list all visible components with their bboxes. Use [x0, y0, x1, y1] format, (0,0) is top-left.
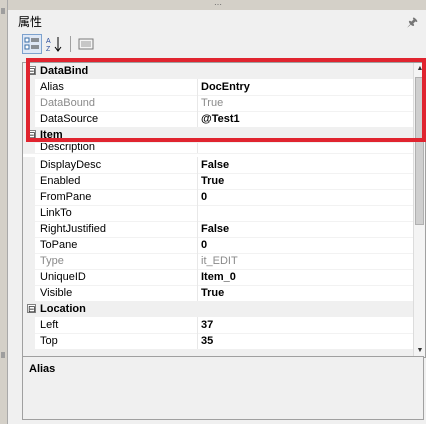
- property-name: FromPane: [40, 191, 92, 203]
- property-row-top[interactable]: Top 35: [23, 333, 413, 350]
- alphabetical-icon: A Z: [46, 37, 62, 53]
- property-row-enabled[interactable]: Enabled True: [23, 173, 413, 190]
- property-row-rightjustified[interactable]: RightJustified False: [23, 221, 413, 238]
- property-row-topane[interactable]: ToPane 0: [23, 237, 413, 254]
- svg-text:Z: Z: [46, 46, 51, 53]
- categorized-button[interactable]: [22, 34, 42, 54]
- property-name: Top: [40, 335, 58, 347]
- property-value[interactable]: 37: [201, 317, 213, 333]
- property-name: Enabled: [40, 175, 81, 187]
- property-row-description[interactable]: Description: [23, 143, 413, 154]
- property-value[interactable]: False: [201, 157, 229, 173]
- property-pages-button[interactable]: [76, 34, 96, 54]
- collapse-icon[interactable]: ⊟: [27, 304, 36, 314]
- property-row-displaydesc[interactable]: DisplayDesc False: [23, 157, 413, 174]
- property-value[interactable]: it_EDIT: [201, 253, 238, 269]
- panel-title: 属性: [18, 15, 43, 29]
- description-pane: Alias: [22, 356, 424, 420]
- property-name: Visible: [40, 287, 73, 299]
- property-row-visible[interactable]: Visible True: [23, 285, 413, 302]
- property-name: Left: [40, 319, 59, 331]
- properties-toolbar: A Z: [22, 34, 426, 58]
- categorized-icon: [24, 37, 39, 50]
- property-value[interactable]: True: [201, 285, 224, 301]
- highlight-annotation-box: [26, 58, 426, 142]
- svg-text:A: A: [46, 38, 51, 45]
- property-row-type[interactable]: Type it_EDIT: [23, 253, 413, 270]
- property-name: UniqueID: [40, 271, 86, 283]
- panel-grip[interactable]: ⋯: [8, 0, 426, 10]
- grip-dots: ⋯: [214, 0, 223, 9]
- description-title: Alias: [29, 363, 56, 375]
- property-name: LinkTo: [40, 207, 72, 219]
- dock-nub: [1, 352, 5, 358]
- property-value[interactable]: 35: [201, 333, 213, 349]
- properties-panel: ⋯ 属性 🖈 A Z ⊟ DataBind Alias DocEntry Dat…: [8, 0, 426, 424]
- property-row-left[interactable]: Left 37: [23, 317, 413, 334]
- property-value[interactable]: 0: [201, 237, 207, 253]
- toolbar-separator: [70, 36, 71, 52]
- property-row-linkto[interactable]: LinkTo: [23, 205, 413, 222]
- property-value[interactable]: False: [201, 221, 229, 237]
- property-name: Type: [40, 255, 64, 267]
- property-name: DisplayDesc: [40, 159, 102, 171]
- property-name: ToPane: [40, 239, 78, 251]
- property-row-uniqueid[interactable]: UniqueID Item_0: [23, 269, 413, 286]
- category-label: Location: [40, 303, 86, 315]
- property-value[interactable]: 0: [201, 189, 207, 205]
- property-row-frompane[interactable]: FromPane 0: [23, 189, 413, 206]
- alphabetical-button[interactable]: A Z: [44, 34, 64, 54]
- panel-titlebar: 属性 🖈: [8, 10, 426, 30]
- category-location[interactable]: ⊟ Location: [23, 301, 413, 317]
- property-name: Description: [40, 143, 96, 153]
- property-value[interactable]: Item_0: [201, 269, 236, 285]
- property-pages-icon: [78, 38, 94, 50]
- dock-nub: [1, 8, 5, 14]
- property-name: RightJustified: [40, 223, 107, 235]
- pin-icon[interactable]: 🖈: [407, 13, 418, 34]
- property-value[interactable]: True: [201, 173, 224, 189]
- left-dock-strip: [0, 0, 8, 424]
